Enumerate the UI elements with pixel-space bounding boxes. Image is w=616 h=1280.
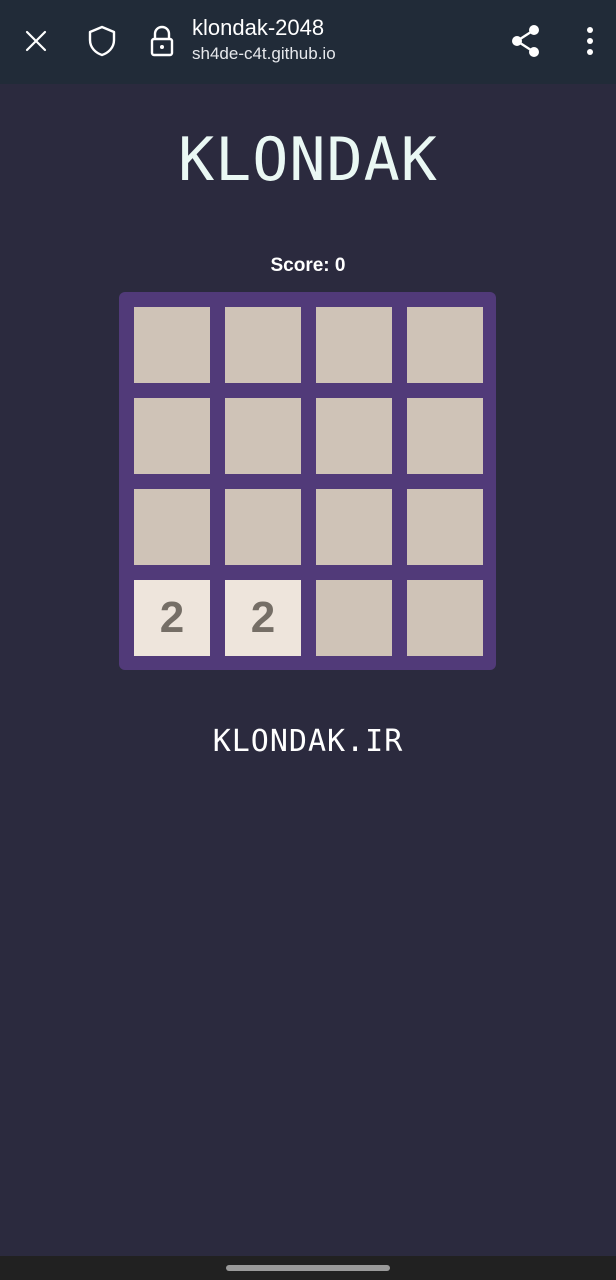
empty-tile <box>407 489 483 565</box>
empty-tile <box>407 307 483 383</box>
empty-tile <box>134 398 210 474</box>
system-nav-bar <box>0 1256 616 1280</box>
address-bar[interactable]: klondak-2048 sh4de-c4t.github.io <box>192 14 492 66</box>
lock-icon[interactable] <box>144 23 180 59</box>
empty-tile <box>407 398 483 474</box>
empty-tile <box>225 398 301 474</box>
game-title: KLONDAK <box>178 125 438 195</box>
tile-2: 2 <box>134 580 210 656</box>
empty-tile <box>134 307 210 383</box>
page-title: klondak-2048 <box>192 15 325 40</box>
page-url: sh4de-c4t.github.io <box>192 44 336 63</box>
close-icon[interactable] <box>18 23 54 59</box>
empty-tile <box>134 489 210 565</box>
empty-tile <box>225 307 301 383</box>
gesture-handle[interactable] <box>226 1265 390 1271</box>
share-icon[interactable] <box>508 22 544 60</box>
empty-tile <box>407 580 483 656</box>
empty-tile <box>225 489 301 565</box>
score-display: Score: 0 <box>270 255 346 276</box>
browser-toolbar: klondak-2048 sh4de-c4t.github.io <box>0 0 616 84</box>
site-link[interactable]: KLONDAK.IR <box>0 724 616 759</box>
empty-tile <box>316 307 392 383</box>
game-board[interactable]: 22 <box>119 292 496 670</box>
tile-2: 2 <box>225 580 301 656</box>
empty-tile <box>316 398 392 474</box>
empty-tile <box>316 580 392 656</box>
empty-tile <box>316 489 392 565</box>
game-page: KLONDAK Score: 0 22 KLONDAK.IR <box>0 84 616 1256</box>
shield-icon[interactable] <box>84 23 120 59</box>
more-vert-icon[interactable] <box>572 22 608 60</box>
